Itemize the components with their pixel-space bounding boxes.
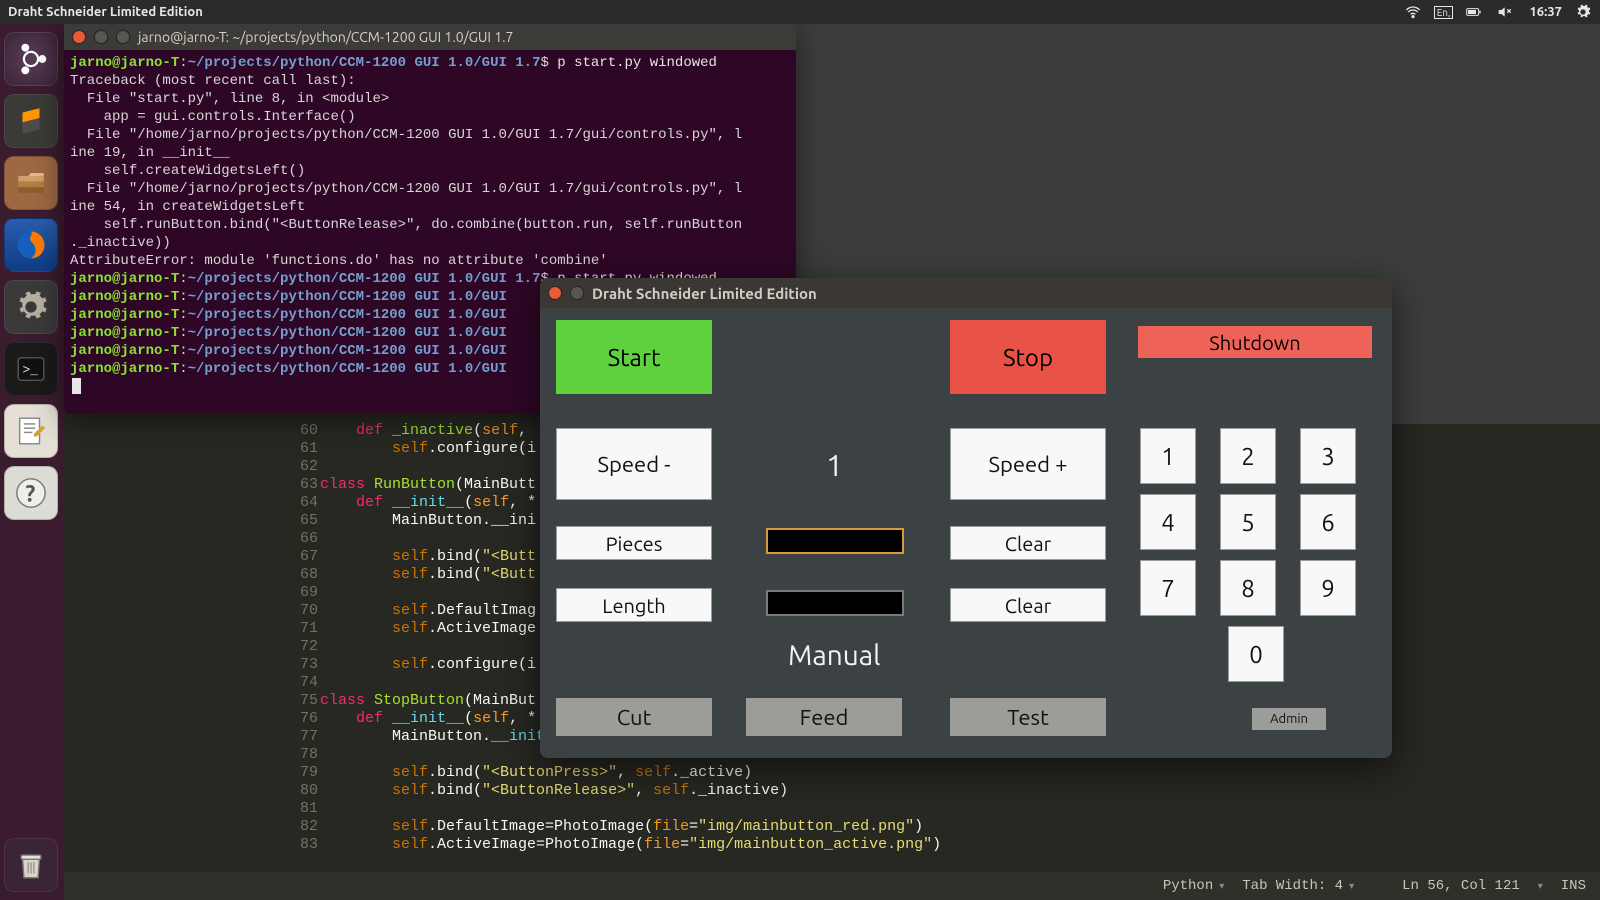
keypad-7[interactable]: 7 bbox=[1140, 560, 1196, 616]
minimize-icon[interactable] bbox=[94, 30, 108, 44]
active-window-title: Draht Schneider Limited Edition bbox=[8, 5, 1404, 19]
status-caret-pos: Ln 56, Col 121 bbox=[1402, 878, 1520, 894]
clear-length-button[interactable]: Clear bbox=[950, 588, 1106, 622]
svg-text:?: ? bbox=[25, 482, 35, 507]
maximize-icon[interactable] bbox=[116, 30, 130, 44]
status-tab-width[interactable]: Tab Width: 4 bbox=[1242, 878, 1354, 894]
keyboard-language-indicator[interactable]: En, bbox=[1434, 6, 1454, 19]
length-input[interactable] bbox=[766, 590, 904, 616]
keypad-3[interactable]: 3 bbox=[1300, 428, 1356, 484]
top-panel: Draht Schneider Limited Edition En, 16:3… bbox=[0, 0, 1600, 24]
keypad-8[interactable]: 8 bbox=[1220, 560, 1276, 616]
sound-muted-icon[interactable] bbox=[1495, 3, 1513, 21]
launcher-terminal-icon[interactable]: >_ bbox=[4, 342, 58, 396]
shutdown-button[interactable]: Shutdown bbox=[1138, 326, 1372, 358]
keypad-1[interactable]: 1 bbox=[1140, 428, 1196, 484]
status-insert-mode: INS bbox=[1561, 878, 1586, 894]
status-language[interactable]: Python bbox=[1163, 878, 1224, 894]
keypad-0[interactable]: 0 bbox=[1228, 626, 1284, 682]
launcher-sublime-text-icon[interactable] bbox=[4, 94, 58, 148]
terminal-title: jarno@jarno-T: ~/projects/python/CCM-120… bbox=[138, 29, 513, 45]
minimize-icon[interactable] bbox=[570, 286, 584, 300]
keypad-6[interactable]: 6 bbox=[1300, 494, 1356, 550]
speed-minus-button[interactable]: Speed - bbox=[556, 428, 712, 500]
svg-text:>_: >_ bbox=[23, 362, 39, 377]
app-window: Draht Schneider Limited Edition Start St… bbox=[540, 278, 1392, 758]
clear-pieces-button[interactable]: Clear bbox=[950, 526, 1106, 560]
terminal-titlebar[interactable]: jarno@jarno-T: ~/projects/python/CCM-120… bbox=[64, 24, 796, 50]
pieces-input[interactable] bbox=[766, 528, 904, 554]
dash-icon[interactable] bbox=[4, 32, 58, 86]
numeric-keypad: 1 2 3 4 5 6 7 8 9 0 bbox=[1140, 428, 1372, 692]
test-button[interactable]: Test bbox=[950, 698, 1106, 736]
close-icon[interactable] bbox=[548, 286, 562, 300]
keypad-9[interactable]: 9 bbox=[1300, 560, 1356, 616]
start-button[interactable]: Start bbox=[556, 320, 712, 394]
close-icon[interactable] bbox=[72, 30, 86, 44]
speed-value: 1 bbox=[826, 448, 843, 482]
feed-button[interactable]: Feed bbox=[746, 698, 902, 736]
status-chevron[interactable] bbox=[1538, 878, 1543, 894]
keypad-4[interactable]: 4 bbox=[1140, 494, 1196, 550]
length-label-button[interactable]: Length bbox=[556, 588, 712, 622]
code-gutter: 6061626364656667686970717273747576777879… bbox=[274, 422, 318, 872]
launcher-firefox-icon[interactable] bbox=[4, 218, 58, 272]
gear-icon[interactable] bbox=[1574, 3, 1592, 21]
launcher-files-icon[interactable] bbox=[4, 156, 58, 210]
speed-plus-button[interactable]: Speed + bbox=[950, 428, 1106, 500]
pieces-label-button[interactable]: Pieces bbox=[556, 526, 712, 560]
stop-button[interactable]: Stop bbox=[950, 320, 1106, 394]
terminal-cursor bbox=[72, 378, 81, 394]
launcher-settings-icon[interactable] bbox=[4, 280, 58, 334]
battery-icon[interactable] bbox=[1465, 3, 1483, 21]
app-titlebar[interactable]: Draht Schneider Limited Edition bbox=[540, 278, 1392, 308]
unity-launcher: >_ ? bbox=[0, 24, 64, 900]
app-title: Draht Schneider Limited Edition bbox=[592, 285, 817, 302]
launcher-help-icon[interactable]: ? bbox=[4, 466, 58, 520]
launcher-trash-icon[interactable] bbox=[4, 838, 58, 892]
keypad-5[interactable]: 5 bbox=[1220, 494, 1276, 550]
manual-section-label: Manual bbox=[788, 640, 880, 671]
clock[interactable]: 16:37 bbox=[1529, 5, 1562, 19]
cut-button[interactable]: Cut bbox=[556, 698, 712, 736]
editor-status-bar: Python Tab Width: 4 Ln 56, Col 121 INS bbox=[64, 872, 1600, 900]
keypad-2[interactable]: 2 bbox=[1220, 428, 1276, 484]
admin-button[interactable]: Admin bbox=[1252, 708, 1326, 730]
launcher-text-editor-icon[interactable] bbox=[4, 404, 58, 458]
wifi-icon[interactable] bbox=[1404, 3, 1422, 21]
